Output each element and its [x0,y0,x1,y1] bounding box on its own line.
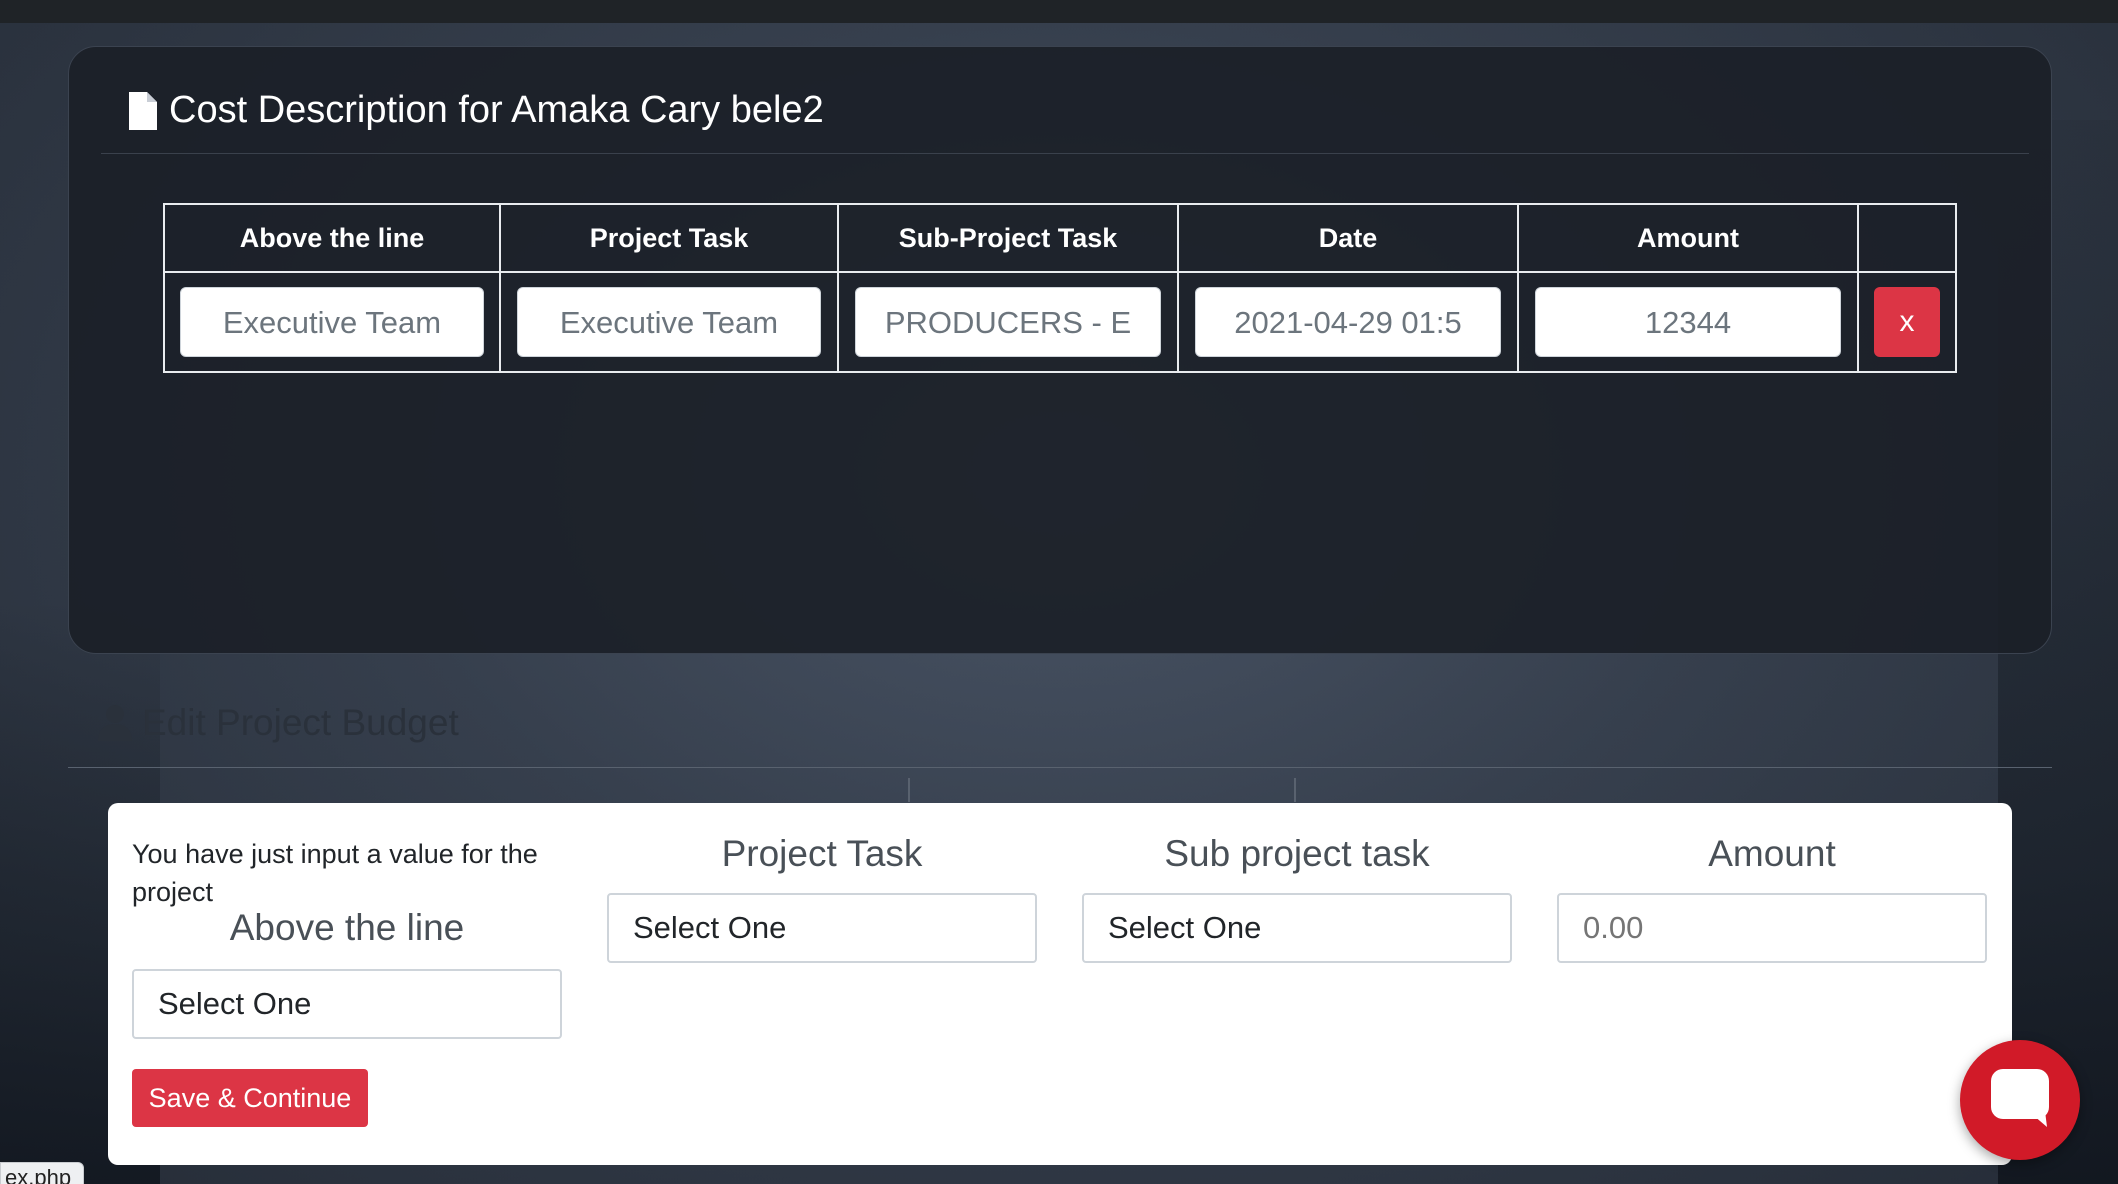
save-continue-button[interactable]: Save & Continue [132,1069,368,1127]
cost-description-panel: Cost Description for Amaka Cary bele2 Ab… [68,46,2052,654]
cell-date: 2021-04-29 01:5 [1177,271,1519,373]
divider-tick [908,778,910,802]
chat-bubble-icon [1989,1067,2051,1134]
amount-label: Amount [1708,833,1836,874]
cell-above-the-line: Executive Team [163,271,501,373]
browser-top-bar [0,0,2118,23]
budget-form-card: You have just input a value for the proj… [108,803,2012,1165]
project-task-input[interactable]: Executive Team [517,287,821,357]
chat-button[interactable] [1960,1040,2080,1160]
edit-budget-title: Edit Project Budget [142,702,459,743]
delete-row-button[interactable]: x [1874,287,1940,357]
project-task-label: Project Task [721,833,923,874]
column-header-amount: Amount [1517,203,1859,273]
cost-panel-title: Cost Description for Amaka Cary bele2 [169,89,824,131]
sub-project-task-select[interactable]: Select One [1082,893,1512,963]
project-task-select-value: Select One [633,910,787,945]
edit-budget-header: Edit Project Budget [98,702,459,744]
sub-project-task-input[interactable]: PRODUCERS - E [855,287,1161,357]
above-the-line-select-value: Select One [158,986,312,1021]
info-note: You have just input a value for the proj… [132,839,538,907]
cost-table: Above the line Project Task Sub-Project … [163,203,1957,373]
document-icon [129,91,157,130]
cell-delete: x [1857,271,1957,373]
amount-input[interactable]: 12344 [1535,287,1841,357]
cost-panel-divider [101,153,2029,154]
above-the-line-input[interactable]: Executive Team [180,287,484,357]
column-header-project-task: Project Task [499,203,839,273]
project-task-select[interactable]: Select One [607,893,1037,963]
sub-project-task-select-value: Select One [1108,910,1262,945]
cell-project-task: Executive Team [499,271,839,373]
column-header-sub-project-task: Sub-Project Task [837,203,1179,273]
user-icon [98,705,132,741]
column-header-above-the-line: Above the line [163,203,501,273]
sub-project-task-label: Sub project task [1164,833,1430,874]
edit-section-divider [68,767,2052,768]
above-the-line-label: Above the line [229,907,465,948]
cell-amount: 12344 [1517,271,1859,373]
amount-field[interactable] [1557,893,1987,963]
date-input[interactable]: 2021-04-29 01:5 [1195,287,1501,357]
status-bar-url: ex.php [0,1162,85,1184]
cost-table-header-row: Above the line Project Task Sub-Project … [163,203,1957,273]
column-header-actions [1857,203,1957,273]
divider-tick [1294,778,1296,802]
cost-panel-header: Cost Description for Amaka Cary bele2 [129,89,824,132]
above-the-line-select[interactable]: Select One [132,969,562,1039]
cell-sub-project-task: PRODUCERS - E [837,271,1179,373]
table-row: Executive Team Executive Team PRODUCERS … [163,271,1957,373]
column-header-date: Date [1177,203,1519,273]
